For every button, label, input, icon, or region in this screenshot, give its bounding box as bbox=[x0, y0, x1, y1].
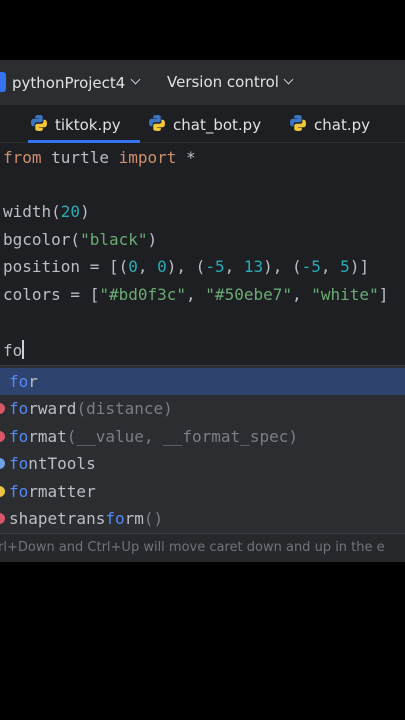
class-icon bbox=[0, 486, 5, 497]
code-line-6: colors = ["#bd0f3c", "#50ebe7", "white"] bbox=[3, 285, 389, 304]
method-icon bbox=[0, 403, 5, 414]
version-control-menu[interactable]: Version control bbox=[167, 73, 279, 91]
project-name: pythonProject4 bbox=[12, 74, 126, 92]
text-caret bbox=[22, 340, 25, 359]
completion-item[interactable]: formatter bbox=[0, 478, 405, 505]
completion-item[interactable]: format(__value, __format_spec) bbox=[0, 423, 405, 450]
completion-item[interactable]: shapetransform() bbox=[0, 505, 405, 532]
bottom-letterbox bbox=[0, 562, 405, 720]
completion-item[interactable]: for bbox=[0, 368, 405, 395]
python-file-icon bbox=[149, 115, 165, 131]
tab-chat[interactable]: chat.py bbox=[289, 105, 389, 143]
tab-chat-bot[interactable]: chat_bot.py bbox=[148, 105, 273, 143]
code-line-5: position = [(0, 0), (-5, 13), (-5, 5)] bbox=[3, 257, 370, 276]
top-letterbox bbox=[0, 0, 405, 60]
module-icon bbox=[0, 458, 5, 469]
tab-label: chat_bot.py bbox=[173, 116, 262, 134]
project-icon bbox=[0, 72, 6, 92]
python-file-icon bbox=[290, 115, 306, 131]
python-file-icon bbox=[31, 115, 47, 131]
completion-item[interactable]: forward(distance) bbox=[0, 395, 405, 422]
tab-label: chat.py bbox=[314, 116, 370, 134]
code-line-3: width(20) bbox=[3, 202, 90, 221]
tab-tiktok[interactable]: tiktok.py bbox=[28, 105, 140, 143]
completion-hint-bar: rl+Down and Ctrl+Up will move caret down… bbox=[0, 533, 405, 562]
code-line-8: fo bbox=[3, 340, 25, 360]
completion-hint-text: rl+Down and Ctrl+Up will move caret down… bbox=[0, 540, 385, 555]
tab-label: tiktok.py bbox=[55, 116, 121, 134]
code-editor[interactable]: from turtle import * width(20) bgcolor("… bbox=[0, 143, 405, 365]
completion-item[interactable]: fontTools bbox=[0, 450, 405, 477]
project-selector[interactable]: pythonProject4 bbox=[12, 73, 125, 92]
code-line-1: from turtle import * bbox=[3, 148, 196, 167]
method-icon bbox=[0, 431, 5, 442]
method-icon bbox=[0, 513, 5, 524]
code-line-4: bgcolor("black") bbox=[3, 230, 158, 249]
